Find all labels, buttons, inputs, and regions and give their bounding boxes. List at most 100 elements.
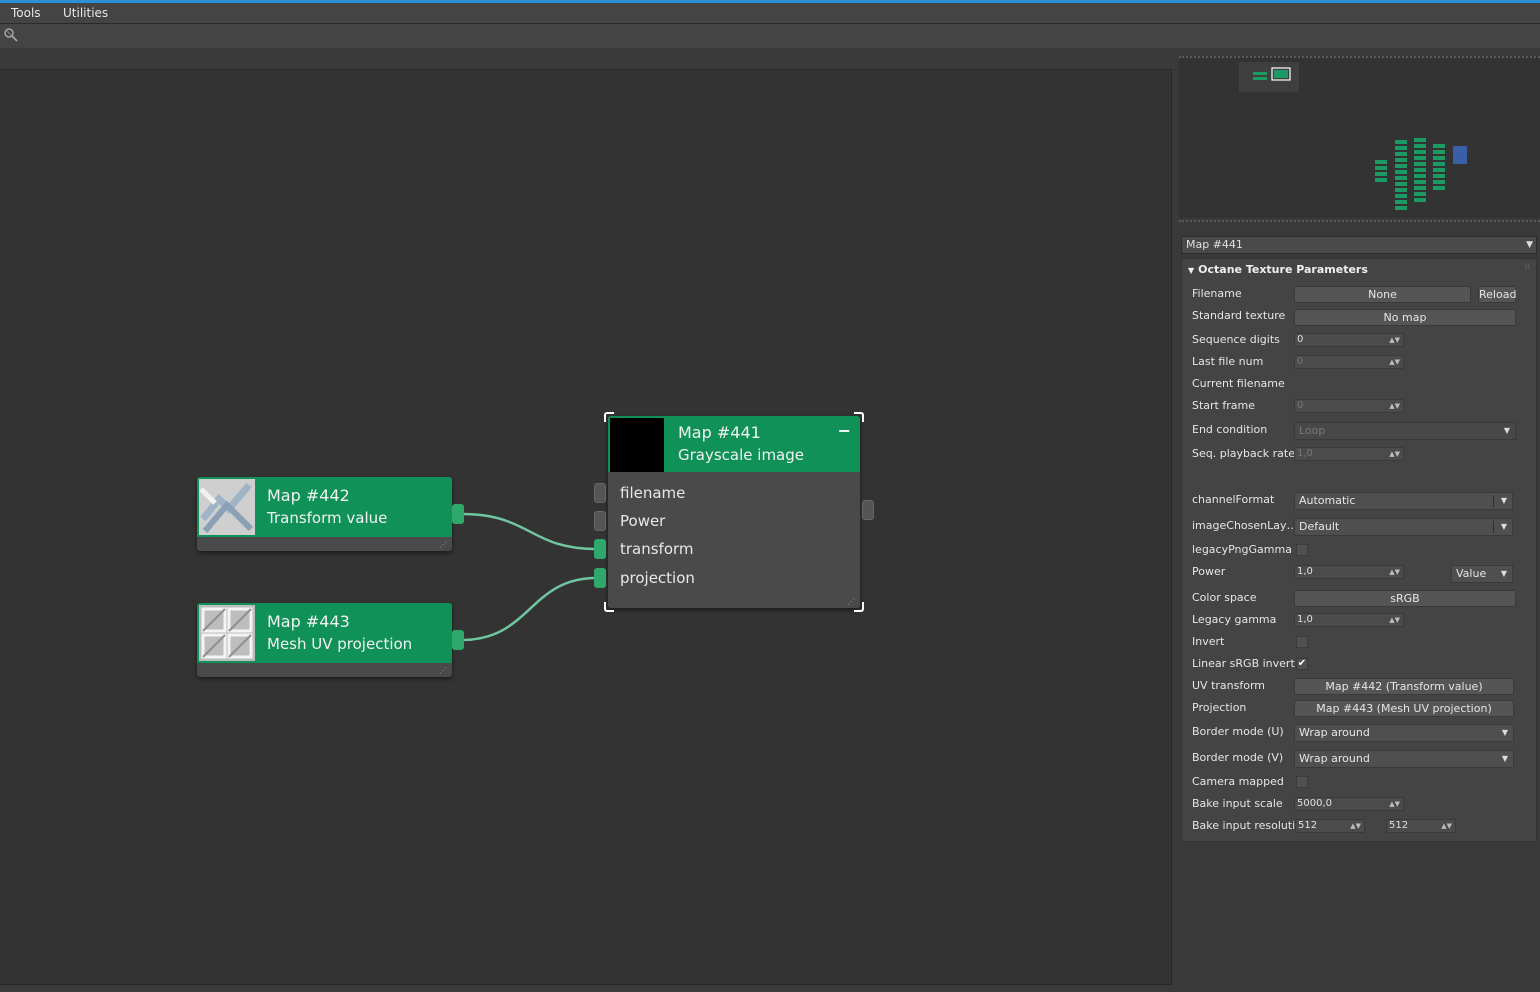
spinner-arrows-icon[interactable]: ▲▼ xyxy=(1350,820,1361,832)
dropdown-arrow-icon: ▼ xyxy=(1501,728,1508,737)
invert-checkbox[interactable] xyxy=(1296,636,1308,648)
power-spinner[interactable]: 1,0 ▲▼ xyxy=(1294,565,1404,579)
legacy-gamma-spinner[interactable]: 1,0 ▲▼ xyxy=(1294,613,1404,627)
node-map-441[interactable]: Map #441 Grayscale image − filename Powe… xyxy=(594,416,874,608)
uv-transform-button[interactable]: Map #442 (Transform value) xyxy=(1294,678,1514,695)
end-condition-label: End condition xyxy=(1192,423,1268,436)
node-header: Map #442 Transform value xyxy=(197,477,452,537)
camera-mapped-checkbox[interactable] xyxy=(1296,776,1308,788)
sequence-digits-value: 0 xyxy=(1297,334,1304,345)
output-port[interactable] xyxy=(452,504,464,524)
param-filename: filename xyxy=(620,484,686,502)
navigator-view[interactable] xyxy=(1179,56,1540,218)
power-mode-value: Value xyxy=(1456,567,1487,580)
invert-label: Invert xyxy=(1192,635,1225,648)
border-mode-u-dropdown[interactable]: Wrap around ▼ xyxy=(1294,724,1514,742)
spinner-arrows-icon[interactable]: ▲▼ xyxy=(1441,820,1452,832)
menu-bar: Tools Utilities xyxy=(0,3,1540,24)
transform-thumbnail-icon xyxy=(199,479,255,535)
last-file-num-spinner[interactable]: 0 ▲▼ xyxy=(1294,355,1404,369)
rollout-header[interactable]: ▼ Octane Texture Parameters xyxy=(1188,263,1368,276)
input-port-power[interactable] xyxy=(594,511,606,531)
menu-tools[interactable]: Tools xyxy=(11,6,41,20)
resize-grip-icon[interactable]: ⋰ xyxy=(439,540,448,549)
selection-corner xyxy=(604,412,614,422)
spinner-arrows-icon[interactable]: ▲▼ xyxy=(1389,448,1400,460)
grayscale-thumbnail-icon xyxy=(610,418,664,472)
canvas-footer xyxy=(0,984,1172,992)
collapse-icon[interactable]: − xyxy=(838,421,851,440)
node-map-442[interactable]: Map #442 Transform value ⋰ xyxy=(197,477,464,551)
border-mode-v-dropdown[interactable]: Wrap around ▼ xyxy=(1294,750,1514,768)
filename-button[interactable]: None xyxy=(1294,286,1471,303)
dropdown-separator xyxy=(1493,521,1494,533)
channel-format-value: Automatic xyxy=(1299,494,1356,507)
seq-playback-rate-value: 1,0 xyxy=(1297,448,1313,459)
node-subtitle: Grayscale image xyxy=(678,446,804,464)
reload-button[interactable]: Reload xyxy=(1478,286,1516,303)
bake-input-resolution-label: Bake input resolution xyxy=(1192,819,1309,832)
node-title: Map #441 xyxy=(678,423,761,442)
standard-texture-button[interactable]: No map xyxy=(1294,309,1516,326)
power-mode-dropdown[interactable]: Value ▼ xyxy=(1451,565,1513,583)
node-subtitle: Transform value xyxy=(267,509,388,527)
spinner-arrows-icon[interactable]: ▲▼ xyxy=(1389,356,1400,368)
rollout-grip-icon[interactable]: ⁞⁞ xyxy=(1525,262,1530,271)
sequence-digits-spinner[interactable]: 0 ▲▼ xyxy=(1294,333,1404,347)
output-port[interactable] xyxy=(862,500,874,520)
end-condition-dropdown[interactable]: Loop ▼ xyxy=(1294,422,1516,440)
bake-input-scale-label: Bake input scale xyxy=(1192,797,1283,810)
filename-label: Filename xyxy=(1192,287,1242,300)
color-space-label: Color space xyxy=(1192,591,1257,604)
last-file-num-label: Last file num xyxy=(1192,355,1264,368)
select-tool-icon[interactable] xyxy=(4,28,18,42)
node-subtitle: Mesh UV projection xyxy=(267,635,413,653)
selection-corner xyxy=(854,412,864,422)
projection-button[interactable]: Map #443 (Mesh UV projection) xyxy=(1294,700,1514,717)
navigator-divider xyxy=(1179,220,1540,224)
input-port-filename[interactable] xyxy=(594,483,606,503)
node-map-443[interactable]: Map #443 Mesh UV projection ⋰ xyxy=(197,603,464,677)
spinner-arrows-icon[interactable]: ▲▼ xyxy=(1389,614,1400,626)
spinner-arrows-icon[interactable]: ▲▼ xyxy=(1389,400,1400,412)
output-port[interactable] xyxy=(452,630,464,650)
start-frame-spinner[interactable]: 0 ▲▼ xyxy=(1294,399,1404,413)
image-chosen-layer-dropdown[interactable]: Default ▼ xyxy=(1294,518,1513,536)
legacy-png-gamma-checkbox[interactable] xyxy=(1296,544,1308,556)
rollout-title: Octane Texture Parameters xyxy=(1198,263,1368,276)
bake-resolution-y-spinner[interactable]: 512 ▲▼ xyxy=(1386,819,1456,833)
right-panel: Map #441 ▼ ▼ Octane Texture Parameters ⁞⁞… xyxy=(1173,48,1540,992)
bake-resolution-x-spinner[interactable]: 512 ▲▼ xyxy=(1295,819,1365,833)
node-editor-canvas[interactable] xyxy=(0,48,1172,984)
selection-corner xyxy=(854,602,864,612)
seq-playback-rate-spinner[interactable]: 1,0 ▲▼ xyxy=(1294,447,1404,461)
input-port-projection[interactable] xyxy=(594,568,606,588)
uv-transform-label: UV transform xyxy=(1192,679,1265,692)
channel-format-label: channelFormat xyxy=(1192,493,1275,506)
spinner-arrows-icon[interactable]: ▲▼ xyxy=(1389,798,1400,810)
menu-utilities[interactable]: Utilities xyxy=(63,6,108,20)
spinner-arrows-icon[interactable]: ▲▼ xyxy=(1389,566,1400,578)
linear-srgb-invert-checkbox[interactable]: ✔ xyxy=(1296,658,1308,670)
color-space-button[interactable]: sRGB xyxy=(1294,590,1516,607)
map-selector-label: Map #441 xyxy=(1186,238,1243,251)
param-projection: projection xyxy=(620,569,695,587)
dropdown-arrow-icon: ▼ xyxy=(1501,754,1508,763)
bake-input-scale-spinner[interactable]: 5000,0 ▲▼ xyxy=(1294,797,1404,811)
input-port-transform[interactable] xyxy=(594,539,606,559)
node-title: Map #443 xyxy=(267,612,350,631)
bake-input-scale-value: 5000,0 xyxy=(1297,798,1332,809)
dropdown-arrow-icon: ▼ xyxy=(1500,569,1507,578)
node-header: Map #441 Grayscale image − xyxy=(608,416,860,472)
channel-format-dropdown[interactable]: Automatic ▼ xyxy=(1294,492,1513,510)
legacy-png-gamma-label: legacyPngGamma xyxy=(1192,543,1292,556)
selection-corner xyxy=(604,602,614,612)
map-selector[interactable]: Map #441 ▼ xyxy=(1181,236,1537,254)
uv-projection-thumbnail-icon xyxy=(199,605,255,661)
border-mode-u-value: Wrap around xyxy=(1299,726,1370,739)
rollout-collapse-icon: ▼ xyxy=(1188,266,1195,275)
start-frame-value: 0 xyxy=(1297,400,1304,411)
navigator-viewport[interactable] xyxy=(1239,62,1299,92)
resize-grip-icon[interactable]: ⋰ xyxy=(439,666,448,675)
spinner-arrows-icon[interactable]: ▲▼ xyxy=(1389,334,1400,346)
